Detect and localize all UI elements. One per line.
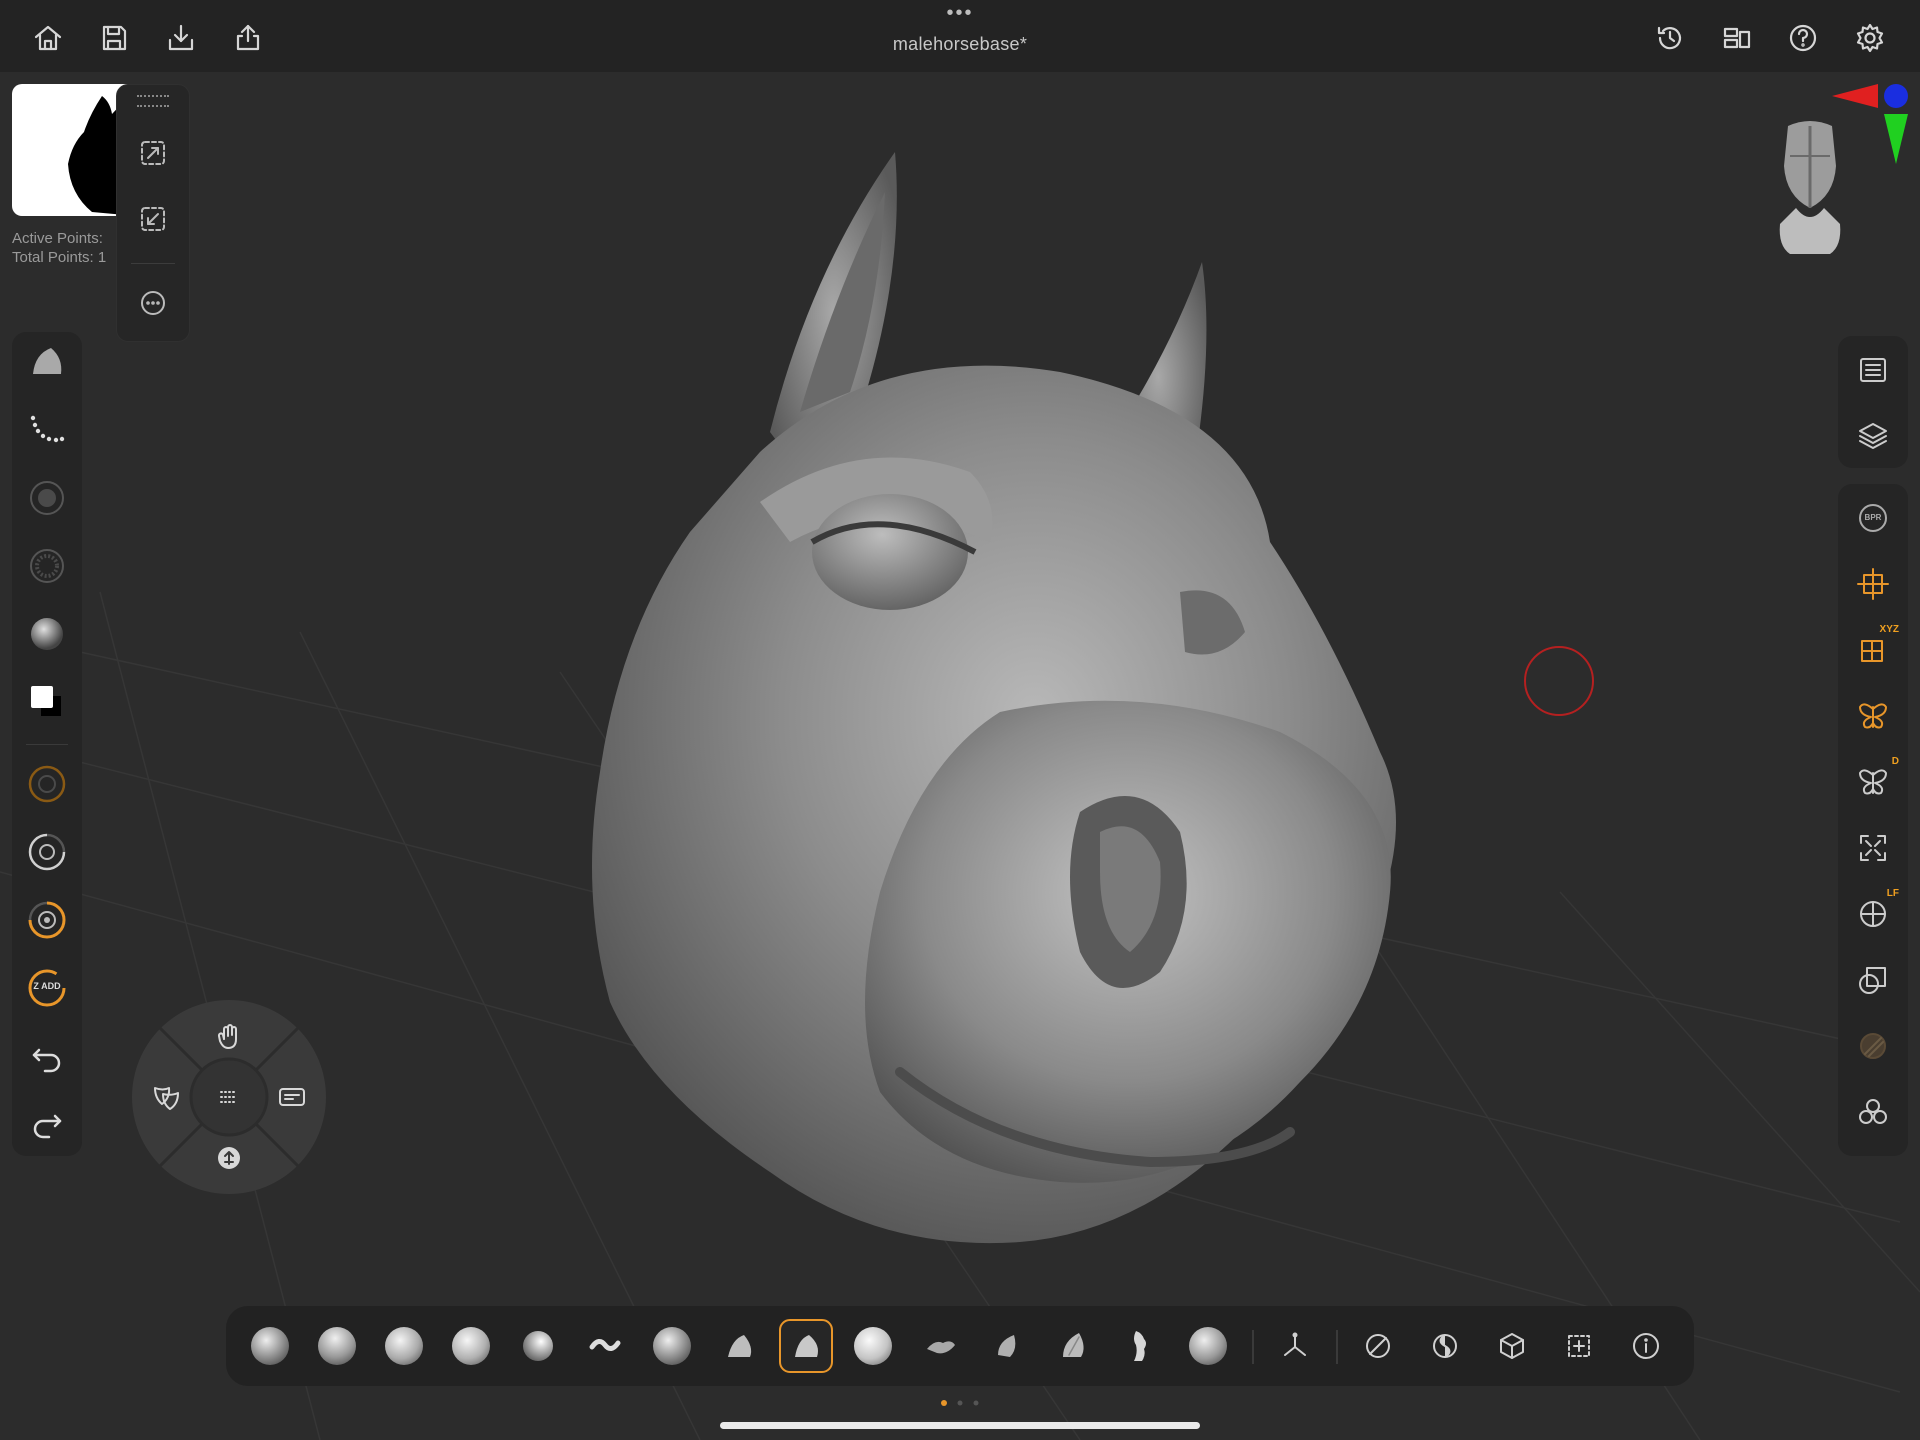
alpha-icon[interactable] <box>27 478 67 518</box>
scale-down-icon[interactable] <box>133 199 173 239</box>
divider <box>1336 1330 1338 1364</box>
page-indicator[interactable] <box>938 1398 982 1408</box>
polygroup-icon[interactable] <box>1419 1320 1471 1372</box>
move-icon[interactable] <box>207 1136 251 1180</box>
drag-handle[interactable]: ••• <box>944 3 976 24</box>
move-brush[interactable] <box>779 1319 833 1373</box>
top-bar: ••• malehorsebase* <box>0 0 1920 72</box>
pinch-brush[interactable] <box>981 1320 1033 1372</box>
list-icon[interactable] <box>1853 350 1893 390</box>
divider <box>131 263 175 264</box>
local-icon[interactable]: LF <box>1853 888 1899 934</box>
zadd-label: Z ADD <box>33 981 61 991</box>
horse-head-model <box>592 152 1396 1244</box>
material-icon[interactable] <box>27 614 67 654</box>
sphere-brush[interactable] <box>847 1320 899 1372</box>
home-indicator[interactable] <box>720 1422 1200 1429</box>
bpr-icon[interactable]: BPR <box>1853 498 1893 538</box>
redo-icon[interactable] <box>27 1102 67 1142</box>
settings-icon[interactable] <box>1850 18 1890 58</box>
lf-badge: LF <box>1886 888 1899 899</box>
right-toolbar-top <box>1838 336 1908 468</box>
3d-viewport[interactable] <box>0 72 1920 1440</box>
total-points-label: Total Points: 1 <box>12 249 107 266</box>
transform-icon[interactable] <box>1853 564 1893 604</box>
transpose-icon[interactable] <box>1853 960 1893 1000</box>
dam-standard-brush[interactable] <box>579 1320 631 1372</box>
help-icon[interactable] <box>1783 18 1823 58</box>
smooth-brush[interactable] <box>378 1320 430 1372</box>
divider <box>1252 1330 1254 1364</box>
frame-icon[interactable] <box>1853 828 1893 868</box>
masks-icon[interactable] <box>144 1075 188 1119</box>
stroke-icon[interactable] <box>27 410 67 450</box>
dynamesh-icon[interactable] <box>1853 1092 1893 1132</box>
orientation-head-icon[interactable] <box>1770 116 1850 256</box>
snake-hook-brush[interactable] <box>1182 1320 1234 1372</box>
more-options-icon[interactable] <box>133 283 173 323</box>
grid-icon[interactable] <box>207 1075 251 1119</box>
texture-icon[interactable] <box>27 546 67 586</box>
panel-grip[interactable] <box>137 95 169 107</box>
bpr-label: BPR <box>1864 513 1882 522</box>
layout-icon[interactable] <box>1717 18 1757 58</box>
select-icon[interactable] <box>1553 1320 1605 1372</box>
symmetry-d-icon[interactable]: D <box>1853 756 1899 802</box>
gesture-icon[interactable] <box>207 1014 251 1058</box>
brush-bar <box>226 1306 1694 1386</box>
clay-brush[interactable] <box>311 1320 363 1372</box>
active-points-label: Active Points: <box>12 230 103 247</box>
scale-up-icon[interactable] <box>133 133 173 173</box>
trim-brush[interactable] <box>713 1320 765 1372</box>
symmetry-icon[interactable] <box>1853 696 1893 736</box>
point-stats: Active Points: Total Points: 1 <box>12 229 106 267</box>
imm-brush[interactable] <box>1115 1320 1167 1372</box>
clay-buildup-brush[interactable] <box>244 1320 296 1372</box>
undo-icon[interactable] <box>27 1036 67 1076</box>
radial-menu <box>132 1000 326 1194</box>
subtool-icon[interactable] <box>1486 1320 1538 1372</box>
hpolish-brush[interactable] <box>1048 1320 1100 1372</box>
mask-icon[interactable] <box>1352 1320 1404 1372</box>
history-icon[interactable] <box>1650 18 1690 58</box>
d-badge: D <box>1891 756 1899 767</box>
polyf-icon[interactable] <box>1853 1026 1893 1066</box>
divider <box>26 744 68 745</box>
xyz-grid-icon[interactable]: XYZ <box>1853 624 1899 670</box>
navigate-icon[interactable] <box>270 1075 314 1119</box>
draw-size-icon[interactable] <box>27 764 67 804</box>
document-title: malehorsebase* <box>892 34 1028 54</box>
color-swatch[interactable] <box>27 682 67 722</box>
flatten-brush[interactable] <box>914 1320 966 1372</box>
left-toolbar: Z ADD <box>12 332 82 1156</box>
scene-canvas <box>0 152 1920 1440</box>
curve-brush[interactable] <box>646 1320 698 1372</box>
info-icon[interactable] <box>1620 1320 1672 1372</box>
xyz-badge: XYZ <box>1879 624 1899 635</box>
focal-shift-icon[interactable] <box>27 832 67 872</box>
layers-icon[interactable] <box>1853 416 1893 456</box>
z-intensity-icon[interactable] <box>27 900 67 940</box>
quick-panel <box>116 84 190 342</box>
inflate-brush[interactable] <box>512 1320 564 1372</box>
gizmo-icon[interactable] <box>1269 1320 1321 1372</box>
right-toolbar-main: BPR XYZ D LF <box>1838 484 1908 1156</box>
brush-cursor-ring <box>1524 646 1594 716</box>
brush-icon[interactable] <box>27 342 67 382</box>
standard-brush[interactable] <box>445 1320 497 1372</box>
zadd-icon[interactable]: Z ADD <box>27 968 67 1008</box>
